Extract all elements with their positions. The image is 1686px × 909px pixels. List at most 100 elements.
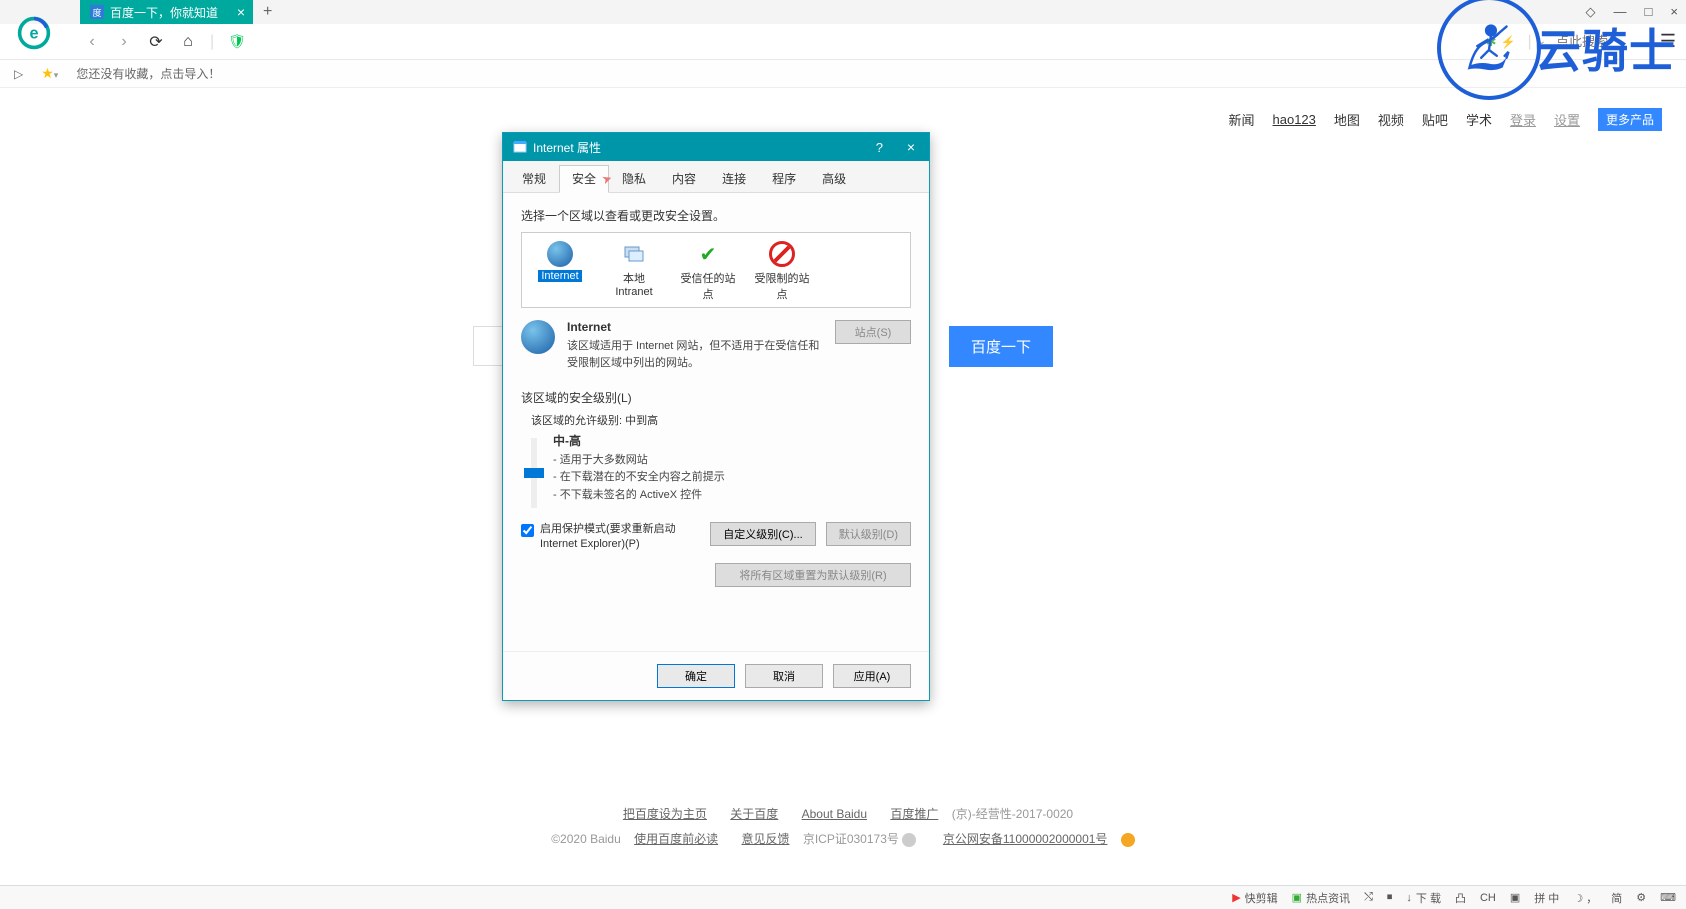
nav-login[interactable]: 登录 bbox=[1510, 110, 1536, 129]
footer-mustread[interactable]: 使用百度前必读 bbox=[634, 832, 718, 846]
dialog-help-icon[interactable]: ? bbox=[876, 140, 883, 155]
bookmark-empty-text[interactable]: 您还没有收藏，点击导入！ bbox=[76, 65, 220, 82]
menu-icon[interactable]: ☰ bbox=[1660, 31, 1676, 52]
footer-feedback[interactable]: 意见反馈 bbox=[741, 832, 789, 846]
tab-content[interactable]: 内容 bbox=[659, 165, 709, 192]
sec-item-1: - 适用于大多数网站 bbox=[553, 452, 725, 470]
play-icon[interactable]: ▷ bbox=[14, 67, 23, 81]
dialog-titlebar[interactable]: Internet 属性 ? × bbox=[503, 133, 929, 161]
tab-bar: 度 百度一下，你就知道 × + ◇ — □ × bbox=[0, 0, 1686, 24]
zone-trusted[interactable]: ✔ 受信任的站点 bbox=[676, 239, 740, 301]
star-icon[interactable]: ★▾ bbox=[41, 65, 58, 82]
intranet-icon bbox=[621, 241, 647, 267]
back-button[interactable]: ‹ bbox=[78, 28, 106, 56]
footer-icp: 京ICP证030173号 bbox=[803, 832, 902, 846]
zone-list: Internet 本地 Intranet ✔ 受信任的站点 受限制的站点 bbox=[521, 232, 911, 308]
ok-button[interactable]: 确定 bbox=[657, 664, 735, 688]
tab-close-icon[interactable]: × bbox=[237, 4, 245, 20]
internet-properties-dialog: Internet 属性 ? × 常规 安全 ➤ 隐私 内容 连接 程序 高级 选… bbox=[502, 132, 930, 701]
tb-ch[interactable]: CH bbox=[1480, 892, 1496, 904]
chevron-down-icon[interactable]: ⌄ bbox=[1538, 36, 1546, 47]
bolt-icon[interactable]: ⚡ bbox=[1501, 35, 1516, 49]
browser-tab[interactable]: 度 百度一下，你就知道 × bbox=[80, 0, 253, 24]
omnibox-search[interactable] bbox=[1556, 34, 1626, 49]
nav-hao123[interactable]: hao123 bbox=[1273, 112, 1316, 127]
zone-detail: Internet 该区域适用于 Internet 网站，但不适用于在受信任和受限… bbox=[521, 320, 911, 371]
tb-print-icon[interactable]: 凸 bbox=[1455, 890, 1466, 906]
reset-zones-button: 将所有区域重置为默认级别(R) bbox=[715, 563, 911, 587]
tb-simp[interactable]: 简 bbox=[1611, 890, 1622, 906]
page-footer: 把百度设为主页 关于百度 About Baidu 百度推广 (京)-经营性-20… bbox=[0, 805, 1686, 847]
tb-hotnews[interactable]: ▣热点资讯 bbox=[1292, 890, 1350, 906]
footer-sethome[interactable]: 把百度设为主页 bbox=[623, 807, 707, 821]
baidu-search-button[interactable]: 百度一下 bbox=[949, 326, 1053, 367]
minimize-window-icon[interactable]: — bbox=[1614, 4, 1627, 20]
footer-about[interactable]: 关于百度 bbox=[730, 807, 778, 821]
nav-video[interactable]: 视频 bbox=[1378, 110, 1404, 129]
close-window-icon[interactable]: × bbox=[1670, 4, 1678, 20]
sites-button: 站点(S) bbox=[835, 320, 911, 344]
window-controls: ◇ — □ × bbox=[1586, 4, 1678, 20]
tb-gear-icon[interactable]: ⚙ bbox=[1636, 891, 1646, 904]
new-tab-button[interactable]: + bbox=[263, 3, 272, 21]
nav-news[interactable]: 新闻 bbox=[1228, 110, 1254, 129]
browser-logo: e bbox=[16, 15, 52, 51]
nav-map[interactable]: 地图 bbox=[1334, 110, 1360, 129]
maximize-window-icon[interactable]: □ bbox=[1645, 4, 1653, 20]
tab-advanced[interactable]: 高级 bbox=[809, 165, 859, 192]
home-button[interactable]: ⌂ bbox=[174, 28, 202, 56]
tab-general[interactable]: 常规 bbox=[509, 165, 559, 192]
dialog-tabs: 常规 安全 ➤ 隐私 内容 连接 程序 高级 bbox=[503, 161, 929, 193]
footer-beian[interactable]: 京公网安备11000002000001号 bbox=[943, 832, 1108, 846]
sec-item-2: - 在下载潜在的不安全内容之前提示 bbox=[553, 469, 725, 487]
taskbar: ▶快剪辑 ▣热点资讯 ⤭ ⏹ ↓ 下 载 凸 CH ▣ 拼 中 ☽ ， 简 ⚙ … bbox=[0, 885, 1686, 909]
shield-icon[interactable]: 🛡 bbox=[228, 33, 246, 50]
tab-favicon: 度 bbox=[90, 5, 104, 19]
footer-license: (京)-经营性-2017-0020 bbox=[952, 807, 1073, 821]
tb-download[interactable]: ↓ 下 载 bbox=[1406, 890, 1441, 906]
dialog-close-icon[interactable]: × bbox=[907, 139, 915, 155]
tab-security[interactable]: 安全 ➤ bbox=[559, 165, 609, 193]
toolbar: ‹ › ⟳ ⌂ | 🛡 ✱ ⚡ | ⌄ ☰ bbox=[0, 24, 1686, 60]
nav-settings[interactable]: 设置 bbox=[1554, 110, 1580, 129]
protected-mode-label[interactable]: 启用保护模式(要求重新启动 Internet Explorer)(P) bbox=[540, 522, 704, 553]
tab-connections[interactable]: 连接 bbox=[709, 165, 759, 192]
forward-button[interactable]: › bbox=[110, 28, 138, 56]
footer-promo[interactable]: 百度推广 bbox=[890, 807, 938, 821]
reload-button[interactable]: ⟳ bbox=[142, 28, 170, 56]
zone-restricted[interactable]: 受限制的站点 bbox=[750, 239, 814, 301]
tb-translate-icon[interactable]: ⏹ bbox=[1387, 891, 1393, 904]
security-slider[interactable] bbox=[531, 438, 537, 508]
spark-icon[interactable]: ✱ bbox=[1486, 34, 1497, 50]
zone-internet[interactable]: Internet bbox=[528, 239, 592, 301]
tb-ime[interactable]: 拼 中 bbox=[1534, 890, 1559, 906]
zone-intranet[interactable]: 本地 Intranet bbox=[602, 239, 666, 301]
tab-privacy[interactable]: 隐私 bbox=[609, 165, 659, 192]
zone-prompt: 选择一个区域以查看或更改安全设置。 bbox=[521, 207, 911, 224]
restore-window-icon[interactable]: ◇ bbox=[1586, 4, 1596, 20]
nav-xueshu[interactable]: 学术 bbox=[1466, 110, 1492, 129]
footer-about-en[interactable]: About Baidu bbox=[802, 807, 867, 821]
tb-ime-icon[interactable]: ▣ bbox=[1510, 891, 1520, 904]
apply-button[interactable]: 应用(A) bbox=[833, 664, 911, 688]
tb-quickcut[interactable]: ▶快剪辑 bbox=[1232, 890, 1277, 906]
protected-mode-checkbox[interactable] bbox=[521, 524, 534, 537]
dialog-footer: 确定 取消 应用(A) bbox=[503, 651, 929, 700]
cancel-button[interactable]: 取消 bbox=[745, 664, 823, 688]
custom-level-button[interactable]: 自定义级别(C)... bbox=[710, 522, 815, 546]
tb-shuffle-icon[interactable]: ⤭ bbox=[1364, 891, 1373, 904]
svg-text:e: e bbox=[29, 24, 38, 42]
tb-keyboard-icon[interactable]: ⌨ bbox=[1660, 891, 1676, 904]
top-nav: 新闻 hao123 地图 视频 贴吧 学术 登录 设置 更多产品 bbox=[1228, 108, 1662, 131]
globe-icon bbox=[547, 241, 573, 267]
nav-tieba[interactable]: 贴吧 bbox=[1422, 110, 1448, 129]
zone-desc: 该区域适用于 Internet 网站，但不适用于在受信任和受限制区域中列出的网站… bbox=[567, 338, 823, 371]
search-input-fragment[interactable] bbox=[473, 326, 503, 366]
footer-copy: ©2020 Baidu bbox=[551, 832, 624, 846]
tab-programs[interactable]: 程序 bbox=[759, 165, 809, 192]
sec-level-name: 中-高 bbox=[553, 434, 581, 448]
sec-item-3: - 不下载未签名的 ActiveX 控件 bbox=[553, 487, 725, 505]
slider-thumb[interactable] bbox=[524, 468, 544, 478]
nav-more-button[interactable]: 更多产品 bbox=[1598, 108, 1662, 131]
tb-moon-icon[interactable]: ☽ ， bbox=[1573, 890, 1597, 906]
